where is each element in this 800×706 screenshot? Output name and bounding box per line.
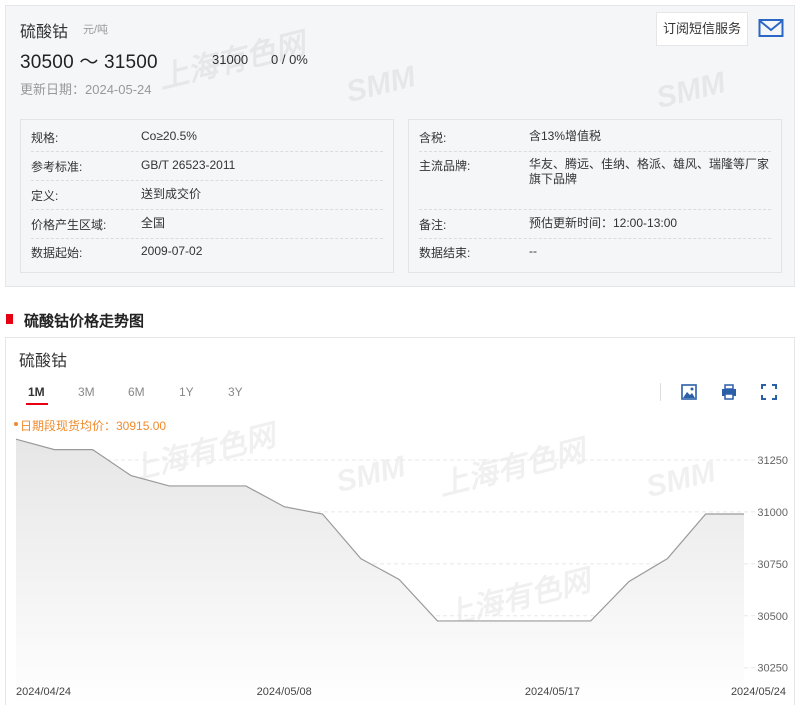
price-unit: 元/吨 [83,24,109,36]
watermark-brand: SMM [342,60,419,109]
spec-label: 主流品牌: [419,159,471,173]
section-title: 硫酸钴价格走势图 [24,313,145,330]
y-tick-label: 30750 [757,559,788,571]
price-trend-chart: 30250 30500 30750 31000 31250 2024/04/24 2024/… [15,438,788,706]
spec-label: 规格: [31,131,59,145]
spec-value: Co≥20.5% [141,129,197,143]
spec-value: 预估更新时间：12:00-13:00 [529,216,678,230]
sms-subscribe-button[interactable]: 订阅短信服务 [656,12,749,46]
spec-label: 定义: [31,189,59,203]
spec-label: 数据结束: [419,246,471,260]
spec-label: 含税: [419,131,447,145]
x-tick-label: 2024/04/24 [16,686,71,698]
divider [419,151,771,152]
divider [31,180,383,181]
spec-value: 2009-07-02 [141,244,203,258]
spec-value: -- [529,244,537,258]
section-marker [6,314,13,324]
series-area [16,439,744,706]
chart-panel: 硫酸钴 1M 3M 6M 1Y 3Y 日期段现货均价：30915.00 上海有色… [5,337,795,706]
divider [31,151,383,152]
y-tick-label: 31250 [757,455,788,467]
spec-value: GB/T 26523-2011 [141,158,236,172]
divider [419,238,771,239]
spec-table-left: 规格: Co≥20.5% 参考标准: GB/T 26523-2011 定义: 送… [20,119,394,273]
spec-label: 价格产生区域: [31,218,107,232]
y-tick-label: 30500 [757,611,788,623]
mail-icon[interactable] [758,18,784,38]
spec-value: 全国 [141,216,166,230]
product-info-panel: 硫酸钴 元/吨 30500 ～ 31500 31000 0 / 0% 更新日期：… [5,5,795,287]
x-tick-label: 2024/05/08 [257,686,312,698]
update-date: 更新日期：2024-05-24 [20,82,152,97]
average-price: 31000 [212,52,249,67]
watermark-brand: SMM [652,66,729,115]
spec-label: 数据起始: [31,246,83,260]
divider [419,209,771,210]
spec-value: 含13%增值税 [529,129,602,143]
spec-table-right: 含税: 含13%增值税 主流品牌: 华友、腾远、佳纳、格派、雄风、瑞隆等厂家旗下… [408,119,782,273]
x-tick-label: 2024/05/17 [525,686,580,698]
price-range: 30500 ～ 31500 [20,52,158,73]
x-tick-label: 2024/05/24 [731,686,786,698]
divider [31,209,383,210]
product-name: 硫酸钴 [20,24,69,41]
spec-label: 备注: [419,218,447,232]
y-tick-label: 30250 [757,663,788,675]
y-tick-label: 31000 [757,507,788,519]
price-change: 0 / 0% [271,52,308,67]
spec-label: 参考标准: [31,160,83,174]
divider [31,238,383,239]
spec-value: 送到成交价 [141,187,202,201]
spec-value: 华友、腾远、佳纳、格派、雄风、瑞隆等厂家旗下品牌 [529,157,770,186]
